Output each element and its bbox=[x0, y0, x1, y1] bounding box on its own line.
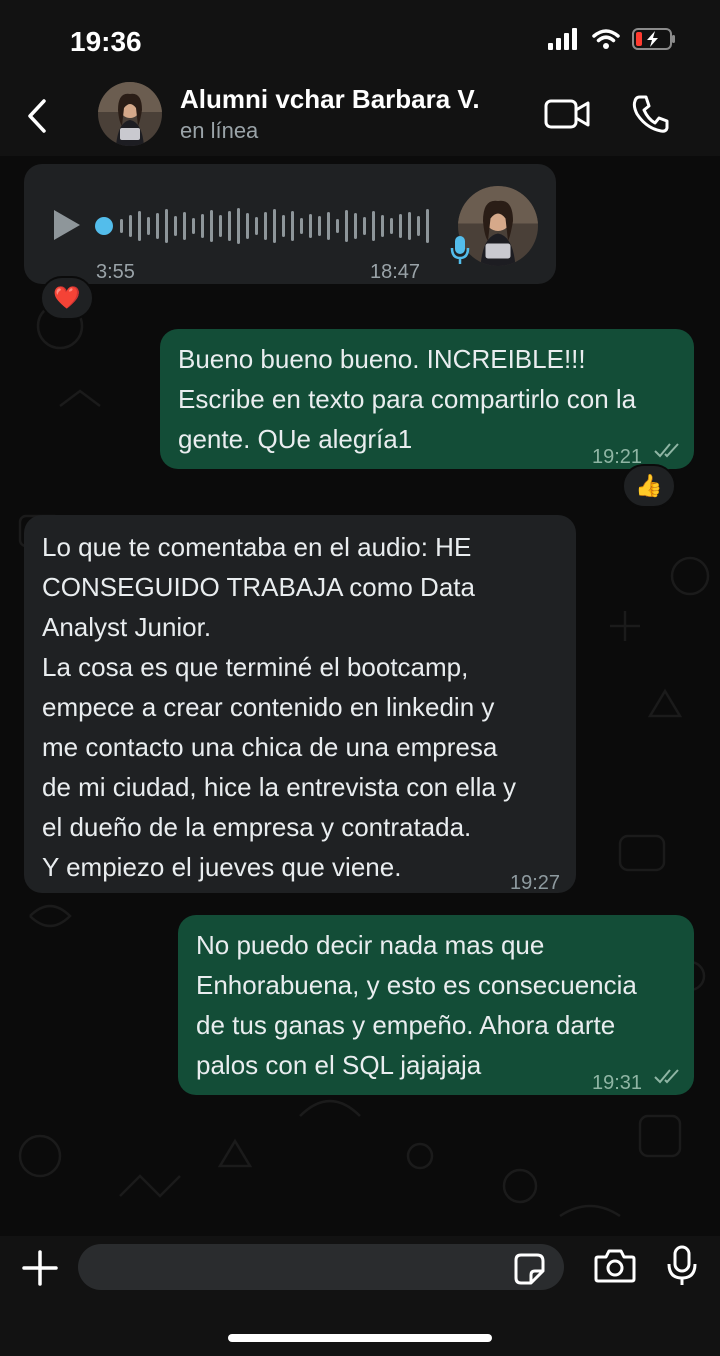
waveform-bar bbox=[201, 214, 204, 238]
wifi-icon bbox=[592, 29, 620, 49]
message-line: Enhorabuena, y esto es consecuencia bbox=[196, 970, 637, 1000]
waveform-bar bbox=[309, 214, 312, 238]
contact-name[interactable]: Alumni vchar Barbara V. bbox=[180, 84, 480, 115]
waveform-bar bbox=[372, 211, 375, 241]
outgoing-message[interactable]: No puedo decir nada mas que Enhorabuena,… bbox=[178, 915, 694, 1095]
waveform-bar bbox=[219, 215, 222, 237]
waveform-bar bbox=[210, 210, 213, 242]
video-call-button[interactable] bbox=[544, 98, 590, 135]
waveform-bar bbox=[291, 211, 294, 241]
signal-icon bbox=[548, 28, 577, 50]
mic-icon[interactable] bbox=[666, 1244, 698, 1288]
waveform-bar bbox=[120, 219, 123, 233]
waveform-bar bbox=[228, 211, 231, 241]
incoming-message[interactable]: Lo que te comentaba en el audio: HE CONS… bbox=[24, 515, 576, 894]
message-line: No puedo decir nada mas que bbox=[196, 930, 545, 960]
back-icon bbox=[28, 99, 46, 133]
waveform-bar bbox=[318, 216, 321, 236]
waveform-bar bbox=[408, 212, 411, 240]
waveform-bar bbox=[282, 215, 285, 237]
waveform-bar bbox=[300, 218, 303, 234]
waveform-bar bbox=[426, 209, 429, 243]
message-line: me contacto una chica de una empresa bbox=[42, 732, 498, 762]
contact-status: en línea bbox=[180, 118, 259, 143]
message-line: Bueno bueno bueno. INCREIBLE!!! bbox=[178, 344, 586, 374]
waveform-bar bbox=[327, 212, 330, 240]
message-input[interactable] bbox=[78, 1244, 564, 1290]
waveform-bar bbox=[417, 216, 420, 236]
message-line: gente. QUe alegría1 bbox=[178, 424, 413, 454]
contact-avatar[interactable] bbox=[98, 82, 162, 146]
message-line: La cosa es que terminé el bootcamp, bbox=[42, 652, 469, 682]
message-line: Analyst Junior. bbox=[42, 612, 212, 642]
waveform-bar bbox=[390, 218, 393, 234]
waveform-bar bbox=[192, 218, 195, 234]
message-line: Escribe en texto para compartirlo con la bbox=[178, 384, 637, 414]
waveform-bar bbox=[165, 209, 168, 243]
message-line: Lo que te comentaba en el audio: HE bbox=[42, 532, 472, 562]
voice-call-button[interactable] bbox=[632, 94, 670, 139]
audio-waveform[interactable] bbox=[94, 206, 444, 246]
message-line: de mi ciudad, hice la entrevista con ell… bbox=[42, 772, 517, 802]
chat-header: Alumni vchar Barbara V. en línea bbox=[0, 80, 720, 156]
home-indicator bbox=[228, 1334, 492, 1342]
message-reaction[interactable]: 👍 bbox=[622, 464, 676, 508]
waveform-bar bbox=[336, 219, 339, 233]
play-icon[interactable] bbox=[52, 208, 82, 242]
waveform-bar bbox=[345, 210, 348, 242]
camera-icon[interactable] bbox=[594, 1248, 636, 1284]
voice-duration: 3:55 bbox=[96, 261, 135, 283]
phone-icon bbox=[632, 95, 669, 133]
waveform-bar bbox=[255, 217, 258, 235]
back-button[interactable] bbox=[20, 94, 54, 138]
waveform-bar bbox=[183, 212, 186, 240]
waveform-bar bbox=[354, 213, 357, 239]
waveform-bar bbox=[138, 211, 141, 241]
sender-avatar bbox=[458, 186, 538, 266]
status-time: 19:36 bbox=[70, 26, 142, 57]
waveform-bar bbox=[174, 216, 177, 236]
waveform-bar bbox=[156, 213, 159, 239]
voice-message[interactable]: 3:55 18:47 bbox=[24, 164, 556, 284]
message-line: palos con el SQL jajajaja bbox=[196, 1050, 482, 1080]
message-line: de tus ganas y empeño. Ahora darte bbox=[196, 1010, 616, 1040]
chat-area[interactable]: 3:55 18:47 ❤️ Bueno bueno bueno. INCREIB… bbox=[0, 156, 720, 1236]
status-bar: 19:36 bbox=[0, 0, 720, 80]
message-time: 19:31 bbox=[592, 1072, 643, 1094]
video-call-icon bbox=[544, 99, 590, 129]
read-receipt-icon bbox=[654, 443, 679, 458]
message-line: CONSEGUIDO TRABAJA como Data bbox=[42, 572, 475, 602]
input-bar bbox=[0, 1236, 720, 1356]
message-reaction[interactable]: ❤️ bbox=[40, 276, 94, 320]
plus-icon[interactable] bbox=[20, 1248, 60, 1288]
status-icons bbox=[548, 28, 676, 50]
message-time: 18:47 bbox=[370, 261, 421, 283]
mic-icon bbox=[450, 236, 470, 264]
waveform-bar bbox=[363, 217, 366, 235]
sticker-icon[interactable] bbox=[512, 1252, 546, 1286]
waveform-bar bbox=[129, 215, 132, 237]
waveform-bar bbox=[399, 214, 402, 238]
message-line: empece a crear contenido en linkedin y bbox=[42, 692, 495, 722]
waveform-bar bbox=[264, 212, 267, 240]
playback-position[interactable] bbox=[95, 217, 113, 235]
waveform-bar bbox=[147, 217, 150, 235]
battery-icon bbox=[632, 28, 675, 50]
waveform-bar bbox=[246, 213, 249, 239]
read-receipt-icon bbox=[654, 1069, 679, 1084]
waveform-bar bbox=[381, 215, 384, 237]
waveform-bar bbox=[237, 208, 240, 244]
message-time: 19:27 bbox=[510, 872, 561, 894]
outgoing-message[interactable]: Bueno bueno bueno. INCREIBLE!!! Escribe … bbox=[160, 329, 694, 469]
waveform-bar bbox=[273, 209, 276, 243]
message-line: Y empiezo el jueves que viene. bbox=[42, 852, 402, 882]
message-line: el dueño de la empresa y contratada. bbox=[42, 812, 472, 842]
